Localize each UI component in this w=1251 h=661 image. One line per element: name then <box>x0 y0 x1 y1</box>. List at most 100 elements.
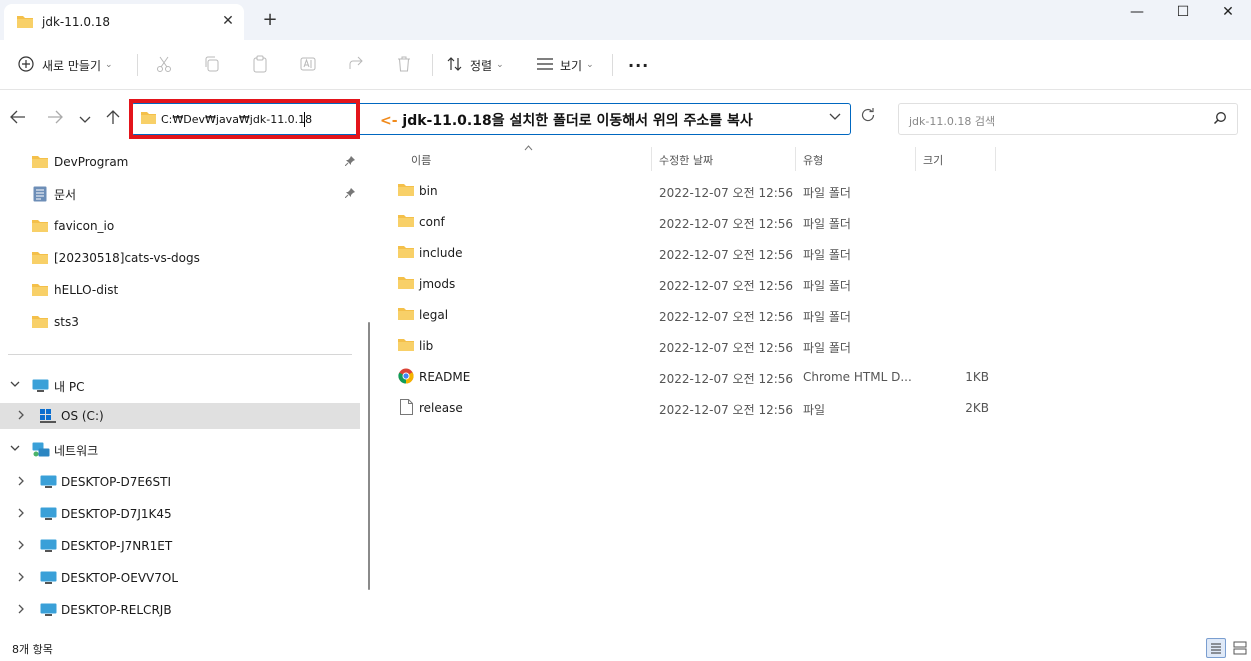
recent-chevron-down-icon[interactable] <box>74 109 96 129</box>
sort-button-label: 정렬 <box>470 58 493 73</box>
tab-title: jdk-11.0.18 <box>42 15 111 29</box>
tiles-view-icon[interactable] <box>1230 638 1250 658</box>
sidebar-item-cats-vs-dogs[interactable]: [20230518]cats-vs-dogs <box>0 245 360 271</box>
sidebar-item-hello-dist[interactable]: hELLO-dist <box>0 277 360 303</box>
chevron-right-icon[interactable] <box>18 508 25 521</box>
file-row-lib[interactable]: lib 2022-12-07 오전 12:56 파일 폴더 <box>392 331 992 361</box>
sidebar-item-network-pc[interactable]: DESKTOP-D7J1K45 <box>0 501 360 527</box>
sidebar-item-documents[interactable]: 문서 <box>0 181 360 207</box>
column-header-type[interactable]: 유형 <box>803 152 823 168</box>
sidebar-item-label: DESKTOP-OEVV7OL <box>61 571 178 585</box>
refresh-icon[interactable] <box>857 107 879 129</box>
sidebar-item-network-pc[interactable]: DESKTOP-J7NR1ET <box>0 533 360 559</box>
search-box[interactable]: jdk-11.0.18 검색 <box>898 103 1238 135</box>
file-date: 2022-12-07 오전 12:56 <box>659 217 794 231</box>
chevron-down-icon[interactable] <box>10 381 20 391</box>
forward-arrow-icon[interactable] <box>44 109 66 129</box>
rename-button[interactable] <box>299 52 317 78</box>
column-divider[interactable] <box>651 147 652 171</box>
column-divider[interactable] <box>795 147 796 171</box>
sidebar-item-os-c[interactable]: OS (C:) <box>0 403 360 429</box>
file-date: 2022-12-07 오전 12:56 <box>659 248 794 262</box>
sidebar-scrollbar[interactable] <box>368 322 370 590</box>
file-row-conf[interactable]: conf 2022-12-07 오전 12:56 파일 폴더 <box>392 207 992 237</box>
up-arrow-icon[interactable] <box>102 109 124 129</box>
new-tab-button[interactable]: + <box>260 10 280 30</box>
view-list-icon <box>536 57 554 74</box>
chevron-down-icon[interactable] <box>10 445 20 455</box>
sidebar-item-label: [20230518]cats-vs-dogs <box>54 251 200 265</box>
folder-icon <box>398 338 414 354</box>
file-name: jmods <box>419 277 456 291</box>
file-row-release[interactable]: release 2022-12-07 오전 12:56 파일 2KB <box>392 393 992 423</box>
address-dropdown-chevron-icon[interactable] <box>829 111 841 124</box>
folder-icon <box>398 214 414 230</box>
file-date: 2022-12-07 오전 12:56 <box>659 186 794 200</box>
sidebar-item-network-pc[interactable]: DESKTOP-OEVV7OL <box>0 565 360 591</box>
computer-icon <box>40 475 57 492</box>
file-type: Chrome HTML D... <box>803 370 912 384</box>
folder-icon <box>398 307 414 323</box>
file-row-readme[interactable]: README 2022-12-07 오전 12:56 Chrome HTML D… <box>392 362 992 392</box>
folder-icon <box>398 245 414 261</box>
annotation-text: <- jdk-11.0.18을 설치한 폴더로 이동해서 위의 주소를 복사 <box>380 110 753 130</box>
column-header-modified[interactable]: 수정한 날짜 <box>659 152 713 168</box>
sidebar-item-favicon-io[interactable]: favicon_io <box>0 213 360 239</box>
paste-button[interactable] <box>251 52 269 78</box>
folder-icon <box>32 219 48 235</box>
computer-icon <box>40 539 57 556</box>
file-row-bin[interactable]: bin 2022-12-07 오전 12:56 파일 폴더 <box>392 176 992 206</box>
sort-button[interactable]: 정렬 ⌄ <box>446 52 504 78</box>
file-row-jmods[interactable]: jmods 2022-12-07 오전 12:56 파일 폴더 <box>392 269 992 299</box>
file-row-legal[interactable]: legal 2022-12-07 오전 12:56 파일 폴더 <box>392 300 992 330</box>
folder-icon <box>32 315 48 331</box>
computer-icon <box>32 379 49 396</box>
sidebar-item-devprogram[interactable]: DevProgram <box>0 149 360 175</box>
column-divider[interactable] <box>995 147 996 171</box>
tab-jdk[interactable]: jdk-11.0.18 ✕ <box>4 4 244 40</box>
column-header-size[interactable]: 크기 <box>923 152 943 168</box>
chevron-right-icon[interactable] <box>18 604 25 617</box>
maximize-button[interactable]: ☐ <box>1160 0 1206 28</box>
file-type: 파일 폴더 <box>803 186 851 200</box>
tab-close-button[interactable]: ✕ <box>218 11 238 31</box>
chevron-right-icon[interactable] <box>18 572 25 585</box>
sidebar-item-network-pc[interactable]: DESKTOP-RELCRJB <box>0 597 360 623</box>
file-size: 2KB <box>965 401 989 415</box>
view-button[interactable]: 보기 ⌄ <box>536 52 594 78</box>
sidebar-divider <box>8 354 352 355</box>
address-highlight-box <box>129 99 360 139</box>
new-button[interactable]: 새로 만들기 ⌄ <box>18 52 113 78</box>
sidebar-item-network[interactable]: 네트워크 <box>0 437 360 463</box>
file-date: 2022-12-07 오전 12:56 <box>659 310 794 324</box>
sidebar-item-label: DevProgram <box>54 155 129 169</box>
copy-button[interactable] <box>203 52 221 78</box>
trash-icon <box>395 55 413 76</box>
back-arrow-icon[interactable] <box>7 109 29 129</box>
windows-drive-icon <box>40 409 56 426</box>
file-date: 2022-12-07 오전 12:56 <box>659 279 794 293</box>
folder-icon <box>32 155 48 171</box>
details-view-icon[interactable] <box>1206 638 1226 658</box>
chevron-down-icon: ⌄ <box>105 60 113 70</box>
minimize-button[interactable]: — <box>1114 0 1160 28</box>
column-header-row: 이름 수정한 날짜 유형 크기 <box>372 145 1251 171</box>
more-options-button[interactable]: ··· <box>628 52 649 78</box>
file-type: 파일 폴더 <box>803 279 851 293</box>
delete-button[interactable] <box>395 52 413 78</box>
chevron-right-icon[interactable] <box>18 540 25 553</box>
rename-icon <box>299 55 317 76</box>
share-button[interactable] <box>347 52 365 78</box>
column-header-name[interactable]: 이름 <box>411 152 431 168</box>
chevron-right-icon[interactable] <box>18 410 25 423</box>
sidebar-item-sts3[interactable]: sts3 <box>0 309 360 335</box>
close-button[interactable]: ✕ <box>1205 0 1251 28</box>
sidebar-item-network-pc[interactable]: DESKTOP-D7E6STI <box>0 469 360 495</box>
cut-button[interactable] <box>155 52 173 78</box>
pin-icon <box>344 187 356 201</box>
file-row-include[interactable]: include 2022-12-07 오전 12:56 파일 폴더 <box>392 238 992 268</box>
chevron-right-icon[interactable] <box>18 476 25 489</box>
file-type: 파일 폴더 <box>803 248 851 262</box>
sidebar-item-this-pc[interactable]: 내 PC <box>0 373 360 399</box>
column-divider[interactable] <box>915 147 916 171</box>
